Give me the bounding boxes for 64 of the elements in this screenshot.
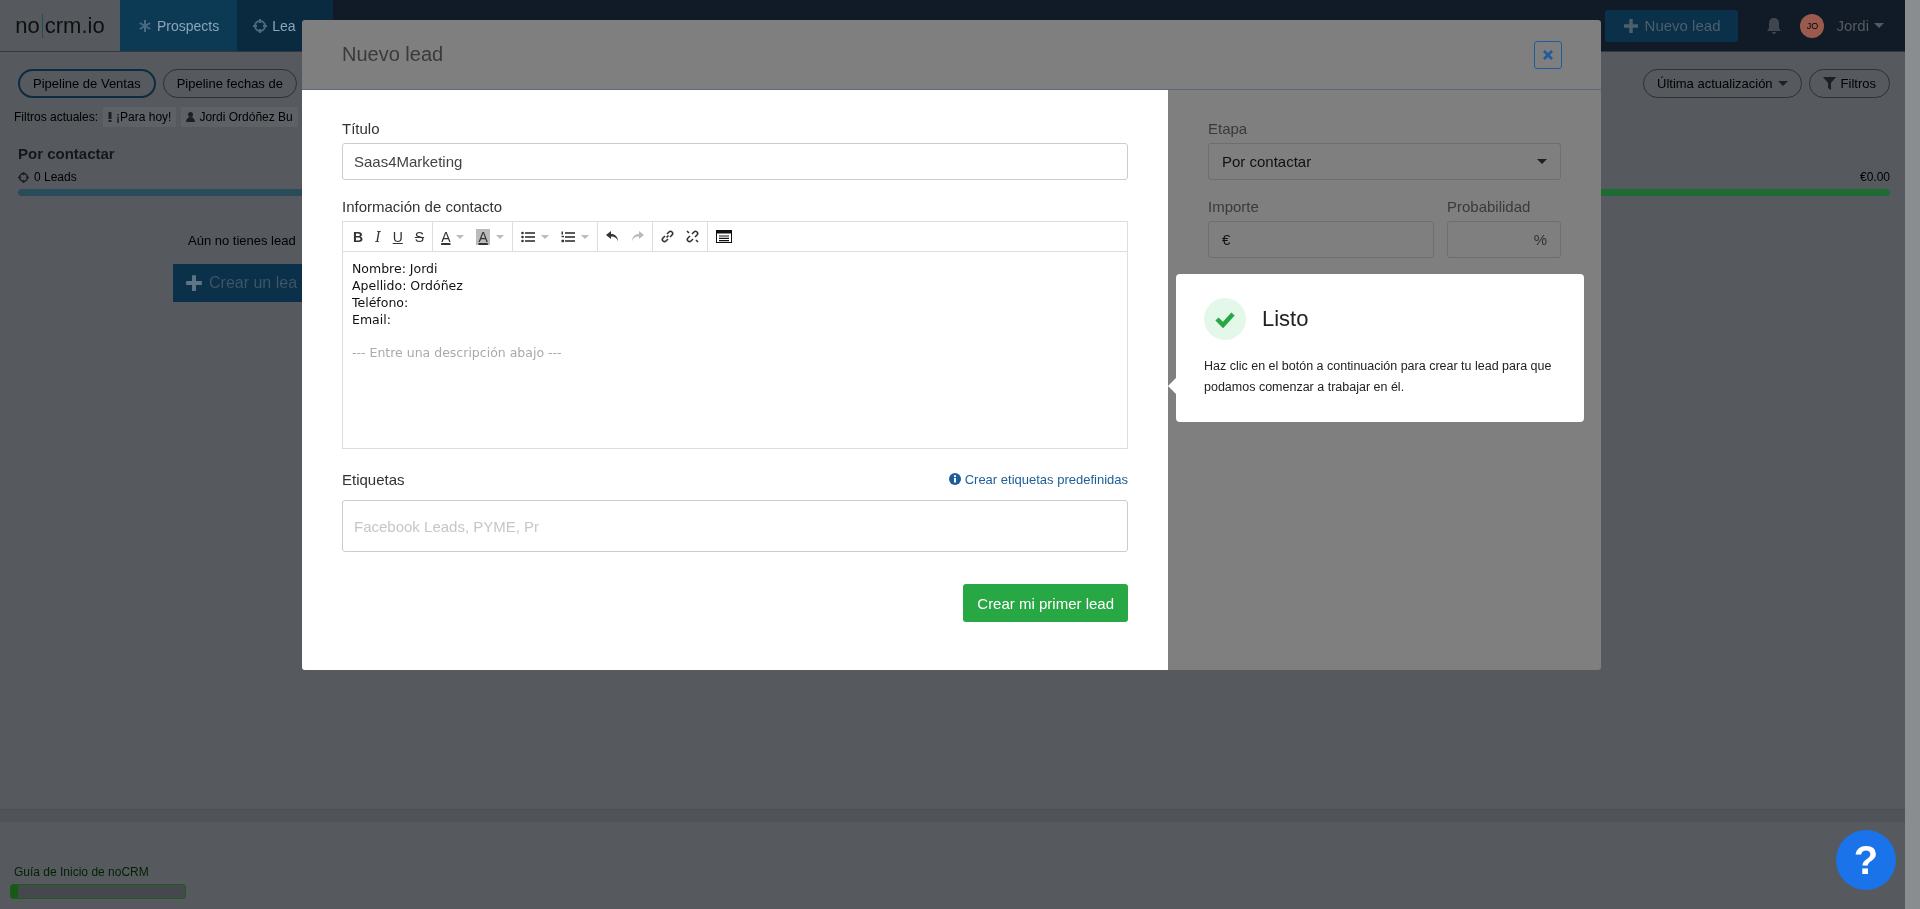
plus-icon	[185, 274, 203, 292]
strike-button[interactable]: S	[408, 223, 431, 250]
tooltip-text: Haz clic en el botón a continuación para crear tu lead para que podamos comenzar a trabajar en él.	[1204, 358, 1553, 396]
tags-field[interactable]: Facebook Leads, PYME, Pr	[342, 500, 1128, 552]
create-first-lead-button[interactable]: Crear mi primer lead	[963, 584, 1128, 622]
close-icon	[1543, 49, 1553, 60]
filters-button[interactable]: Filtros	[1808, 68, 1890, 98]
guide-label[interactable]: Guía de Inicio de noCRM	[14, 865, 149, 879]
logo[interactable]: no crm.io	[0, 0, 120, 51]
table-icon	[715, 230, 732, 243]
back-color-button[interactable]: A	[470, 223, 510, 250]
filter-chip[interactable]: ¡Para hoy!	[103, 107, 177, 127]
nav-tab[interactable]: Prospects	[120, 0, 238, 51]
empty-message: Aún no tienes lead	[188, 233, 297, 248]
user-menu[interactable]: Jordi	[1836, 17, 1884, 34]
redo-icon	[630, 231, 644, 242]
amount-field[interactable]: €	[1208, 221, 1434, 258]
predefined-tags-link[interactable]: Crear etiquetas predefinidas	[948, 471, 1128, 487]
contact-line: Apellido: Ordóñez	[352, 277, 464, 294]
field-label: Probabilidad	[1447, 198, 1532, 215]
undo-icon	[605, 231, 619, 242]
filters-label: Filtros actuales:	[14, 110, 99, 124]
exclamation-icon	[108, 112, 113, 122]
pipeline-tab[interactable]: Pipeline de Ventas	[18, 68, 156, 98]
crosshair-icon	[253, 18, 268, 33]
check-icon	[1204, 298, 1246, 340]
field-label: Título	[342, 120, 381, 137]
field-label: Importe	[1208, 198, 1260, 215]
italic-button[interactable]: I	[369, 223, 387, 250]
probability-field[interactable]: %	[1447, 221, 1561, 258]
filter-chip[interactable]: Jordi Ordóñez Bu	[181, 107, 298, 127]
lead-count: 0 Leads	[18, 170, 77, 184]
filter-icon	[1822, 76, 1836, 90]
snowflake-icon	[138, 18, 152, 33]
help-button[interactable]: ?	[1836, 830, 1896, 890]
user-avatar[interactable]: JO	[1800, 13, 1825, 38]
unlink-icon	[685, 230, 699, 243]
underline-button[interactable]: U	[386, 223, 409, 250]
link-icon	[660, 230, 674, 243]
pipeline-tab[interactable]: Pipeline fechas de	[162, 68, 297, 98]
tooltip-title: Listo	[1262, 306, 1309, 332]
field-label: Etapa	[1208, 120, 1249, 137]
title-field[interactable]: Saas4Marketing	[342, 143, 1128, 180]
sort-dropdown[interactable]: Última actualización	[1643, 68, 1802, 98]
horizontal-scrollbar[interactable]	[0, 809, 1905, 822]
rich-text-editor[interactable]: B I U S A A Nombre: Jordi Apellido: Ordóñez Teléfono: Email: --- Entre una descripción abajo ---	[342, 221, 1128, 449]
crosshair-icon	[18, 171, 29, 183]
font-color-button[interactable]: A	[435, 223, 471, 250]
bold-button[interactable]: B	[347, 223, 370, 250]
info-icon	[948, 473, 961, 485]
contact-line: Teléfono:	[352, 294, 410, 311]
bullet-list-icon	[520, 230, 535, 243]
column-amount: €0.00	[1859, 170, 1890, 184]
contact-line: Email:	[352, 311, 392, 328]
vertical-scrollbar[interactable]	[1905, 0, 1920, 909]
numbered-list-icon	[560, 230, 575, 243]
field-label: Información de contacto	[342, 198, 504, 215]
stage-select[interactable]: Por contactar	[1208, 143, 1561, 180]
description-hint: --- Entre una descripción abajo ---	[352, 344, 563, 361]
contact-line: Nombre: Jordi	[352, 260, 439, 277]
field-label: Etiquetas	[342, 471, 405, 488]
plus-icon	[1622, 17, 1639, 34]
person-icon	[186, 112, 196, 122]
modal-title: Nuevo lead	[342, 43, 444, 66]
